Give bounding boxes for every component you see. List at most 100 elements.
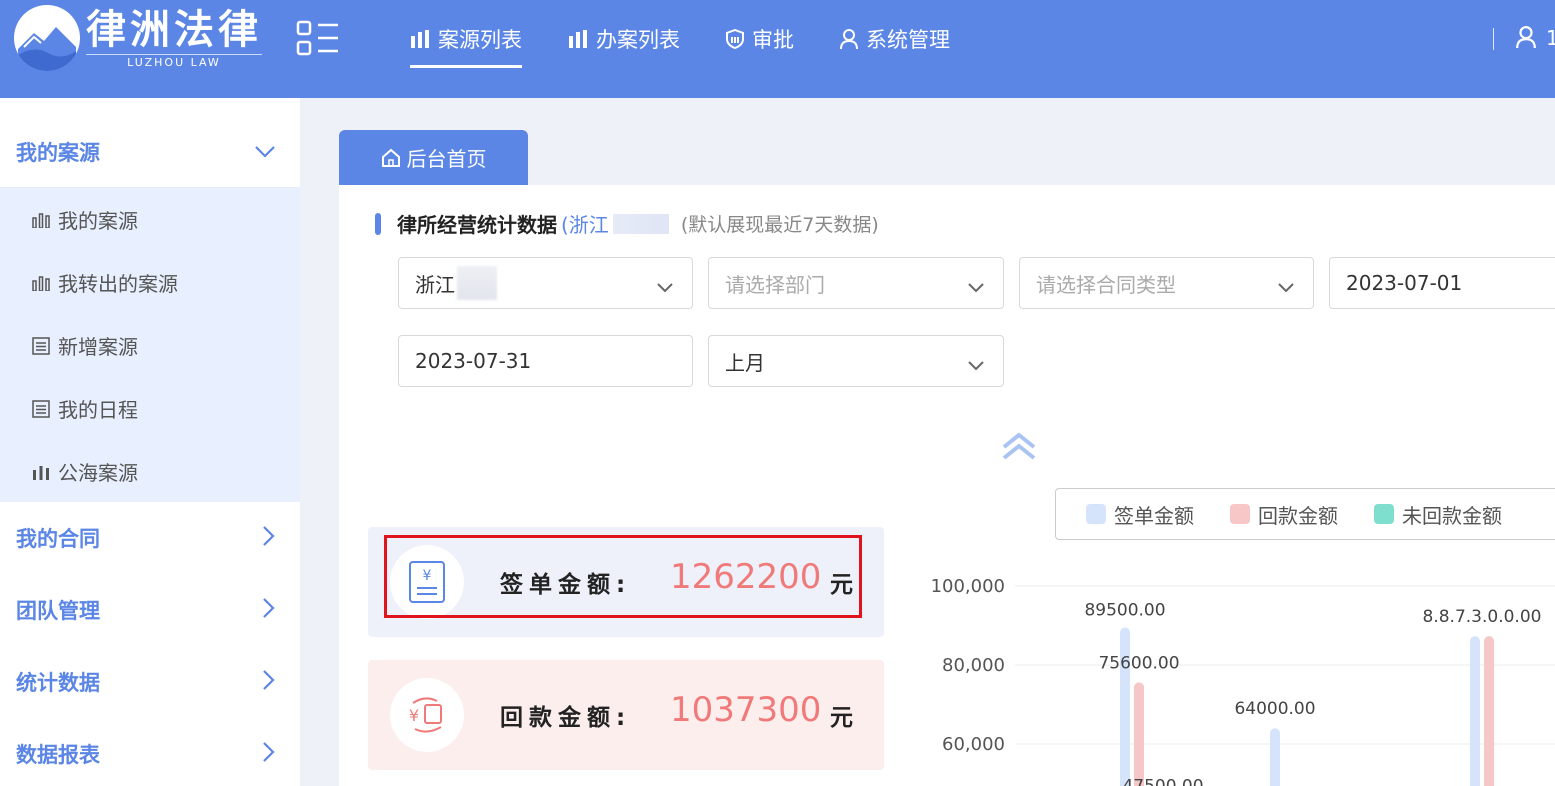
chevron-down-icon (967, 275, 985, 299)
legend-item-received[interactable]: 回款金额 (1230, 500, 1338, 529)
title-region: (浙江 (561, 213, 609, 237)
collapse-up-icon[interactable] (1001, 431, 1037, 465)
nav-system-management[interactable]: 系统管理 (840, 0, 950, 78)
chevron-down-icon (1277, 275, 1295, 299)
sidebar-group-label: 数据报表 (16, 743, 100, 767)
y-tick-label: 80,000 (942, 655, 1005, 676)
bar-value-label: 47500.00 (1122, 776, 1203, 786)
end-date-value: 2023-07-31 (415, 349, 532, 373)
bar-value-label: 64000.00 (1234, 699, 1315, 719)
legend-swatch (1086, 504, 1106, 524)
logo-subtitle: LUZHOU LAW (86, 53, 262, 69)
chart-bar[interactable] (1470, 636, 1480, 786)
legend-label: 签单金额 (1114, 503, 1194, 528)
legend-label: 未回款金额 (1402, 503, 1502, 528)
chart-legend: 签单金额 回款金额 未回款金额 (1055, 488, 1555, 540)
svg-text:¥: ¥ (409, 706, 419, 725)
sidebar-item-label: 我转出的案源 (58, 272, 178, 296)
main-panel: 律所经营统计数据 (浙江 (默认展现最近7天数据) 浙江 请选择部门 请选择合同… (339, 185, 1555, 786)
logo[interactable]: 律洲法律 LUZHOU LAW (14, 5, 262, 71)
period-select[interactable]: 上月 (708, 335, 1004, 387)
department-select[interactable]: 请选择部门 (708, 257, 1004, 309)
user-icon (840, 29, 858, 49)
sidebar-item-label: 我的案源 (58, 209, 138, 233)
y-tick-label: 100,000 (931, 576, 1005, 597)
legend-item-signed[interactable]: 签单金额 (1086, 500, 1194, 529)
sidebar-group-label: 统计数据 (16, 671, 100, 695)
legend-item-unpaid[interactable]: 未回款金额 (1374, 500, 1502, 529)
nav-label: 系统管理 (866, 28, 950, 52)
bar-value-label-overlap: 8.8.7.3.0.0.00 (1423, 607, 1542, 627)
sidebar-group-label: 团队管理 (16, 599, 100, 623)
firm-select-value: 浙江 (415, 272, 455, 297)
legend-label: 回款金额 (1258, 503, 1338, 528)
shield-icon (726, 29, 744, 49)
chart-bar[interactable] (1484, 636, 1494, 786)
bar-chart-icon (568, 30, 588, 48)
user-name[interactable]: 1 (1546, 26, 1555, 50)
received-amount-card: ¥ 回款金额: 1037300 元 (368, 660, 884, 770)
menu-toggle-icon[interactable] (296, 20, 340, 58)
redacted-region (612, 213, 669, 234)
sidebar-item-my-cases[interactable]: 我的案源 (0, 188, 300, 251)
bar-chart-icon (410, 30, 430, 48)
sidebar-group-label: 我的合同 (16, 527, 100, 551)
nav-label: 案源列表 (438, 28, 522, 52)
nav-divider (1493, 28, 1494, 50)
contract-type-select[interactable]: 请选择合同类型 (1019, 257, 1314, 309)
home-icon (381, 148, 401, 168)
sidebar-submenu: 我的案源 我转出的案源 新增案源 我的日程 公海案源 (0, 188, 300, 502)
user-icon[interactable] (1516, 26, 1536, 52)
list-icon (32, 336, 50, 355)
legend-swatch (1374, 504, 1394, 524)
chevron-down-icon (656, 275, 674, 299)
nav-approval[interactable]: 审批 (726, 0, 794, 78)
sidebar-group-team-management[interactable]: 团队管理 (0, 574, 300, 646)
top-bar: 律洲法律 LUZHOU LAW 案源列表 办案列表 审批 系统管理 1 (0, 0, 1555, 98)
legend-swatch (1230, 504, 1250, 524)
start-date-input[interactable]: 2023-07-01 (1329, 257, 1555, 309)
received-amount-label: 回款金额: (500, 705, 632, 731)
bar-chart-icon (32, 212, 50, 228)
sidebar-item-label: 新增案源 (58, 335, 138, 359)
chevron-right-icon (262, 597, 276, 624)
contract-type-placeholder: 请选择合同类型 (1036, 272, 1176, 297)
nav-case-list[interactable]: 办案列表 (568, 0, 680, 78)
main-nav: 案源列表 办案列表 审批 系统管理 (410, 0, 996, 80)
chevron-right-icon (262, 741, 276, 768)
sidebar-item-new-case[interactable]: 新增案源 (0, 314, 300, 377)
refund-yen-icon: ¥ (390, 678, 464, 752)
sidebar: 我的案源 我的案源 我转出的案源 新增案源 我的日程 公海案源 我的合同 团队管… (0, 98, 300, 786)
tab-label: 后台首页 (406, 147, 487, 171)
sidebar-group-my-contracts[interactable]: 我的合同 (0, 502, 300, 574)
sidebar-item-public-cases[interactable]: 公海案源 (0, 440, 300, 503)
sidebar-item-transferred-cases[interactable]: 我转出的案源 (0, 251, 300, 314)
sidebar-item-my-schedule[interactable]: 我的日程 (0, 377, 300, 440)
sidebar-item-label: 公海案源 (58, 461, 138, 485)
end-date-input[interactable]: 2023-07-31 (398, 335, 693, 387)
bar-chart-icon (32, 275, 50, 291)
chart-bar[interactable] (1270, 728, 1280, 786)
tab-dashboard-home[interactable]: 后台首页 (339, 130, 528, 185)
start-date-value: 2023-07-01 (1346, 271, 1463, 295)
chart-bar[interactable] (1134, 682, 1144, 786)
sidebar-group-my-cases[interactable]: 我的案源 (0, 98, 300, 188)
chevron-right-icon (262, 525, 276, 552)
nav-label: 办案列表 (596, 28, 680, 52)
nav-case-source-list[interactable]: 案源列表 (410, 0, 522, 78)
amount-bar-chart: 100,000 80,000 60,000 89500.00 75600.00 47500… (931, 576, 1555, 786)
list-icon (32, 399, 50, 418)
page-title: 律所经营统计数据 (397, 213, 557, 237)
chart-bar[interactable] (1120, 627, 1130, 786)
sidebar-group-label: 我的案源 (16, 140, 100, 165)
bar-value-label: 89500.00 (1084, 600, 1165, 620)
bar-value-label: 75600.00 (1098, 653, 1179, 673)
sidebar-group-reports[interactable]: 数据报表 (0, 718, 300, 786)
sidebar-group-statistics[interactable]: 统计数据 (0, 646, 300, 718)
chevron-right-icon (262, 669, 276, 696)
firm-select[interactable]: 浙江 (398, 257, 693, 309)
highlight-box (384, 535, 862, 618)
sidebar-item-label: 我的日程 (58, 398, 138, 422)
received-amount-value: 1037300 (670, 690, 822, 730)
title-accent-bar (375, 212, 381, 235)
